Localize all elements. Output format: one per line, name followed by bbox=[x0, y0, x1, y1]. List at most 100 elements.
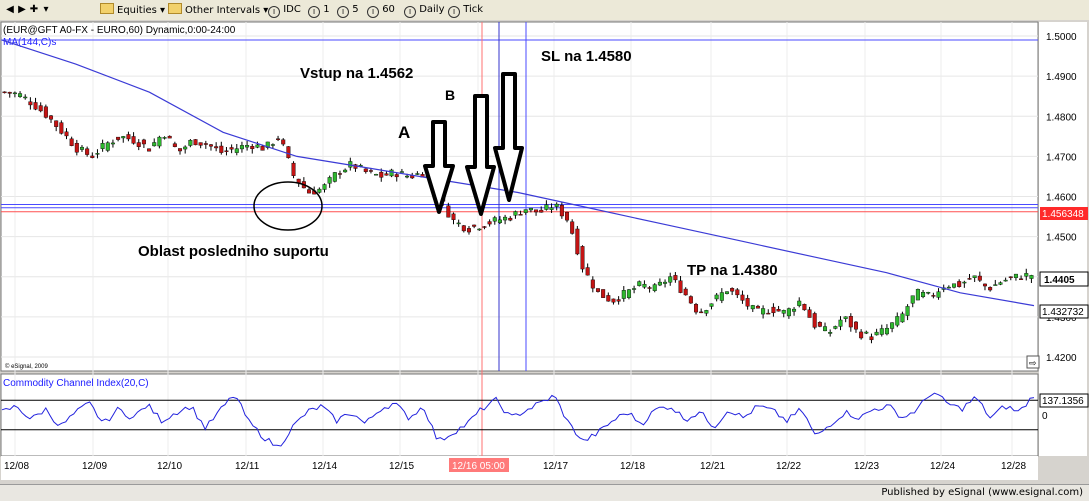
interval-tick[interactable]: I Tick bbox=[448, 3, 484, 18]
annotation-tp: TP na 1.4380 bbox=[687, 262, 778, 279]
plus-icon[interactable]: ✚ bbox=[28, 4, 40, 16]
candle-body bbox=[962, 281, 967, 284]
candle-body bbox=[699, 311, 704, 314]
interval-5[interactable]: I 5 bbox=[337, 3, 359, 18]
candle-body bbox=[1024, 273, 1029, 277]
candle-body bbox=[864, 331, 869, 334]
candle-body bbox=[647, 287, 652, 289]
candle-body bbox=[116, 136, 121, 140]
candle-body bbox=[121, 136, 126, 139]
candle-body bbox=[7, 91, 12, 94]
candle-body bbox=[575, 228, 580, 255]
interval-5-label: 5 bbox=[352, 4, 359, 15]
candle-body bbox=[28, 101, 33, 106]
other-intervals-label: Other Intervals bbox=[185, 5, 261, 16]
candle-body bbox=[709, 303, 714, 307]
annotation-b: B bbox=[445, 87, 455, 103]
interval-idc[interactable]: I IDC bbox=[268, 3, 301, 18]
candle-body bbox=[998, 282, 1003, 285]
x-tick-label: 12/11 bbox=[235, 461, 260, 472]
ma-price-tag-text: 1.432732 bbox=[1042, 307, 1084, 318]
candle-body bbox=[245, 145, 250, 148]
candle-body bbox=[260, 145, 265, 151]
other-intervals-menu[interactable]: Other Intervals ▾ bbox=[168, 3, 268, 17]
interval-60[interactable]: I 60 bbox=[367, 3, 395, 18]
candle-body bbox=[193, 139, 198, 146]
candle-body bbox=[224, 150, 229, 152]
clock-icon: I bbox=[404, 6, 416, 18]
arrow-left-icon[interactable]: ◀ bbox=[4, 4, 16, 16]
candle-body bbox=[446, 205, 451, 218]
interval-daily-label: Daily bbox=[419, 4, 445, 15]
equities-menu[interactable]: Equities ▾ bbox=[100, 3, 165, 17]
copyright-label: © eSignal, 2009 bbox=[5, 363, 48, 370]
candle-body bbox=[105, 142, 110, 151]
x-tick-label: 12/22 bbox=[776, 461, 801, 472]
candle-body bbox=[466, 228, 471, 233]
candle-body bbox=[229, 147, 234, 150]
candle-body bbox=[967, 278, 972, 280]
candle-body bbox=[952, 283, 957, 288]
candle-body bbox=[389, 169, 394, 177]
candle-body bbox=[379, 171, 384, 178]
candle-body bbox=[250, 146, 255, 150]
candle-body bbox=[208, 144, 213, 147]
candle-body bbox=[374, 174, 379, 176]
candle-body bbox=[513, 211, 518, 216]
candle-body bbox=[580, 246, 585, 270]
last-price-tag-text: 1.4405 bbox=[1044, 275, 1075, 286]
candle-body bbox=[585, 267, 590, 276]
candle-body bbox=[539, 209, 544, 213]
scroll-right-icon: ⇨ bbox=[1029, 358, 1037, 368]
candle-body bbox=[203, 143, 208, 145]
candle-body bbox=[1003, 279, 1008, 282]
candle-body bbox=[332, 172, 337, 182]
candle-body bbox=[363, 168, 368, 172]
candle-body bbox=[239, 145, 244, 150]
candle-body bbox=[683, 288, 688, 296]
equities-label: Equities bbox=[117, 5, 157, 16]
candle-body bbox=[1008, 276, 1013, 278]
candle-body bbox=[59, 122, 64, 134]
candle-body bbox=[157, 136, 162, 147]
candle-body bbox=[993, 284, 998, 286]
interval-daily[interactable]: I Daily bbox=[404, 3, 445, 18]
candle-body bbox=[33, 102, 38, 110]
x-tick-label: 12/17 bbox=[543, 461, 568, 472]
candle-body bbox=[276, 138, 281, 140]
candle-body bbox=[590, 279, 595, 289]
candle-body bbox=[977, 275, 982, 281]
x-tick-label: 12/08 bbox=[4, 461, 29, 472]
candle-body bbox=[270, 144, 275, 146]
x-tick-label: 12/24 bbox=[930, 461, 955, 472]
candle-body bbox=[792, 308, 797, 312]
candle-body bbox=[49, 115, 54, 120]
x-tick-label: 12/23 bbox=[854, 461, 879, 472]
candle-body bbox=[900, 313, 905, 323]
candle-body bbox=[724, 291, 729, 294]
candle-body bbox=[946, 286, 951, 289]
candle-body bbox=[286, 146, 291, 159]
chart-area[interactable]: 1.5000 1.4900 1.4800 1.4700 1.4600 1.4500 1.44… bbox=[0, 20, 1089, 484]
candle-body bbox=[2, 91, 7, 94]
footer: Published by eSignal (www.esignal.com) bbox=[0, 484, 1089, 501]
candle-body bbox=[642, 283, 647, 288]
candle-body bbox=[255, 144, 260, 148]
candle-body bbox=[859, 331, 864, 339]
arrow-right-icon[interactable]: ▶ bbox=[16, 4, 28, 16]
dropdown-icon[interactable]: ▾ bbox=[40, 4, 52, 16]
interval-1[interactable]: I 1 bbox=[308, 3, 330, 18]
candle-body bbox=[926, 292, 931, 294]
candle-body bbox=[38, 105, 43, 112]
footer-text: Published by eSignal (www.esignal.com) bbox=[881, 487, 1083, 498]
candle-body bbox=[23, 96, 28, 99]
candle-body bbox=[786, 308, 791, 317]
candle-body bbox=[384, 173, 389, 176]
candle-body bbox=[451, 213, 456, 220]
candle-body bbox=[477, 228, 482, 231]
candle-body bbox=[915, 288, 920, 301]
candle-body bbox=[234, 148, 239, 153]
candle-body bbox=[456, 222, 461, 225]
interval-tick-label: Tick bbox=[463, 4, 484, 15]
candle-body bbox=[719, 292, 724, 301]
